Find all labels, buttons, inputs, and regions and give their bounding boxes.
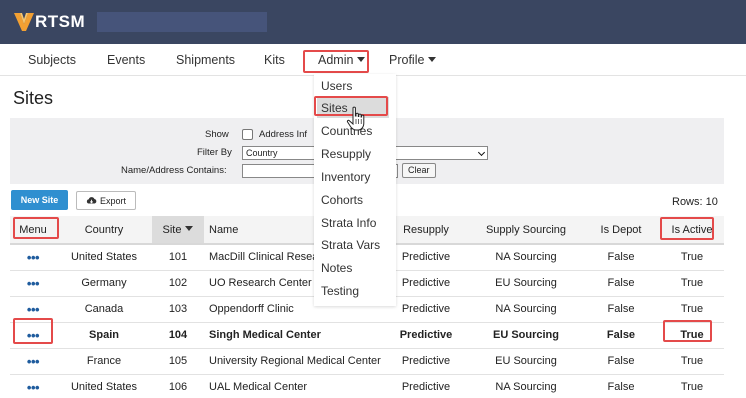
menu-item-users[interactable]: Users xyxy=(321,79,352,93)
cell-is-active: True xyxy=(660,296,724,323)
chevron-down-icon xyxy=(428,57,437,62)
cell-is-depot: False xyxy=(582,244,660,271)
cell-country: United States xyxy=(56,244,152,271)
filter-by-label: Filter By xyxy=(197,147,232,158)
nav-subjects[interactable]: Subjects xyxy=(28,53,76,67)
rows-count: Rows: 10 xyxy=(672,196,718,208)
column-header-country[interactable]: Country xyxy=(56,216,152,245)
nav-label: Shipments xyxy=(176,53,236,67)
cell-resupply: Predictive xyxy=(382,322,470,349)
cell-site: 104 xyxy=(152,322,204,349)
cell-is-depot: False xyxy=(582,322,660,349)
row-menu-button[interactable]: ••• xyxy=(10,244,56,271)
row-menu-button[interactable]: ••• xyxy=(10,374,56,398)
cell-site: 103 xyxy=(152,296,204,323)
name-address-contains-label: Name/Address Contains: xyxy=(121,165,227,176)
page-title: Sites xyxy=(13,88,54,108)
cell-is-active: True xyxy=(660,270,724,297)
table-row-selected: ••• Spain 104 Singh Medical Center Predi… xyxy=(10,322,724,349)
chevron-down-icon xyxy=(477,148,486,157)
menu-item-sites[interactable]: Sites xyxy=(321,101,348,115)
cell-resupply: Predictive xyxy=(382,348,470,375)
chevron-down-icon xyxy=(357,57,366,62)
menu-item-notes[interactable]: Notes xyxy=(321,261,352,275)
address-info-checkbox[interactable] xyxy=(242,129,253,140)
export-label: Export xyxy=(99,195,126,206)
menu-item-strata-info[interactable]: Strata Info xyxy=(321,216,376,230)
menu-item-cohorts[interactable]: Cohorts xyxy=(321,193,363,207)
cell-supply-sourcing: NA Sourcing xyxy=(470,374,582,398)
row-menu-button[interactable]: ••• xyxy=(10,296,56,323)
column-header-site-label: Site xyxy=(162,223,182,236)
nav-label: Events xyxy=(107,53,146,67)
address-info-label: Address Inf xyxy=(259,129,308,140)
table-row: ••• United States 106 UAL Medical Center… xyxy=(10,374,724,398)
nav-label: Kits xyxy=(264,53,285,67)
export-button[interactable]: Export xyxy=(76,191,136,210)
menu-item-testing[interactable]: Testing xyxy=(321,284,359,298)
cell-supply-sourcing: NA Sourcing xyxy=(470,244,582,271)
cell-is-depot: False xyxy=(582,374,660,398)
nav-label: Subjects xyxy=(28,53,76,67)
nav-label: Profile xyxy=(389,53,425,67)
cell-site: 105 xyxy=(152,348,204,375)
column-header-name[interactable]: Name xyxy=(204,216,330,245)
cell-supply-sourcing: EU Sourcing xyxy=(470,322,582,349)
table-row: ••• France 105 University Regional Medic… xyxy=(10,348,724,375)
hand-pointer-icon xyxy=(346,106,365,131)
cloud-download-icon xyxy=(86,197,97,204)
menu-item-inventory[interactable]: Inventory xyxy=(321,170,370,184)
cell-name: UAL Medical Center xyxy=(204,374,382,398)
cell-country: Canada xyxy=(56,296,152,323)
row-menu-button[interactable]: ••• xyxy=(10,322,56,349)
main-nav: Subjects Events Shipments Kits Admin Pro… xyxy=(0,44,746,76)
top-bar: RTSM xyxy=(0,0,746,44)
nav-admin[interactable]: Admin xyxy=(318,53,366,67)
logo-v-icon xyxy=(14,13,34,31)
cell-is-depot: False xyxy=(582,348,660,375)
cell-is-depot: False xyxy=(582,270,660,297)
column-header-is-depot[interactable]: Is Depot xyxy=(582,216,660,245)
nav-kits[interactable]: Kits xyxy=(264,53,285,67)
filter-by-value: Country xyxy=(246,148,278,158)
new-site-label: New Site xyxy=(20,195,59,205)
column-header-is-active[interactable]: Is Active xyxy=(660,216,724,245)
new-site-button[interactable]: New Site xyxy=(11,190,68,210)
nav-label: Admin xyxy=(318,53,354,67)
cell-is-active: True xyxy=(660,374,724,398)
show-label: Show xyxy=(205,129,229,140)
clear-button[interactable]: Clear xyxy=(402,163,436,178)
cell-country: Germany xyxy=(56,270,152,297)
account-name-redacted xyxy=(97,12,267,32)
cell-is-depot: False xyxy=(582,296,660,323)
cell-is-active: True xyxy=(660,322,724,349)
cell-country: Spain xyxy=(56,322,152,349)
nav-events[interactable]: Events xyxy=(107,53,145,67)
logo-text: RTSM xyxy=(35,12,86,31)
row-menu-button[interactable]: ••• xyxy=(10,348,56,375)
cell-resupply: Predictive xyxy=(382,374,470,398)
rtsm-logo[interactable]: RTSM xyxy=(14,11,85,33)
cell-country: France xyxy=(56,348,152,375)
row-menu-button[interactable]: ••• xyxy=(10,270,56,297)
cell-supply-sourcing: EU Sourcing xyxy=(470,348,582,375)
cell-supply-sourcing: EU Sourcing xyxy=(470,270,582,297)
column-header-supply-sourcing[interactable]: Supply Sourcing xyxy=(470,216,582,245)
cell-name: Singh Medical Center xyxy=(204,322,382,349)
nav-profile[interactable]: Profile xyxy=(389,53,437,67)
menu-item-resupply[interactable]: Resupply xyxy=(321,147,371,161)
cell-supply-sourcing: NA Sourcing xyxy=(470,296,582,323)
cell-site: 101 xyxy=(152,244,204,271)
cell-name: University Regional Medical Center xyxy=(204,348,382,375)
column-header-site[interactable]: Site xyxy=(152,216,204,245)
cell-is-active: True xyxy=(660,348,724,375)
sort-desc-icon xyxy=(185,225,194,231)
column-header-menu: Menu xyxy=(10,216,56,245)
cell-is-active: True xyxy=(660,244,724,271)
menu-item-strata-vars[interactable]: Strata Vars xyxy=(321,238,380,252)
cell-site: 102 xyxy=(152,270,204,297)
nav-shipments[interactable]: Shipments xyxy=(176,53,235,67)
cell-country: United States xyxy=(56,374,152,398)
cell-site: 106 xyxy=(152,374,204,398)
